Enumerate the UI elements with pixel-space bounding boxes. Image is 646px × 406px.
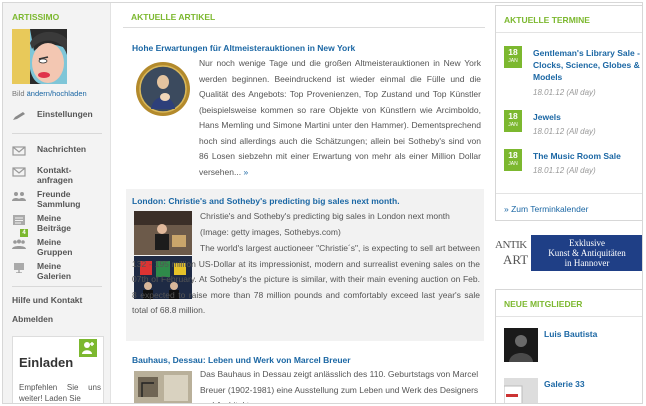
event-item[interactable]: 18 JAN Gentleman's Library Sale - Clocks… xyxy=(504,46,641,97)
sidebar-divider xyxy=(12,286,102,287)
sidebar-item-label: Nachrichten xyxy=(37,144,87,154)
avatar-caption-prefix: Bild xyxy=(12,89,25,98)
member-avatar[interactable] xyxy=(503,378,538,403)
sidebar-item-groups[interactable]: Meine Gruppen xyxy=(12,237,104,257)
calendar-link[interactable]: » Zum Terminkalender xyxy=(504,204,588,214)
envelope-icon xyxy=(12,146,26,156)
event-day: 18 xyxy=(508,111,518,121)
sidebar-item-label: Meine Beiträge xyxy=(37,213,72,233)
invite-box: Einladen Empfehlen Sie uns weiter! Laden… xyxy=(12,336,104,403)
sidebar-item-label: Kontakt- anfragen xyxy=(37,165,73,185)
article-title[interactable]: London: Christie's and Sotheby's predict… xyxy=(132,196,400,206)
ad-line: Exklusive xyxy=(569,238,605,248)
event-date-meta: 18.01.12 (All day) xyxy=(533,88,596,97)
members-box: NEUE MITGLIEDER Luis Bautista Galerie 33 xyxy=(495,289,642,403)
event-date-meta: 18.01.12 (All day) xyxy=(533,127,596,136)
article-title[interactable]: Bauhaus, Dessau: Leben und Werk von Marc… xyxy=(132,355,351,365)
calendar-date-badge: 18 JAN xyxy=(504,46,522,68)
ad-line: Kunst & Antiquitäten xyxy=(548,248,626,258)
right-column: AKTUELLE TERMINE 18 JAN Gentleman's Libr… xyxy=(495,3,642,403)
article-excerpt-text: Nur noch wenige Tage und die großen Altm… xyxy=(199,58,481,177)
event-title[interactable]: Jewels xyxy=(533,111,641,123)
events-title: AKTUELLE TERMINE xyxy=(504,15,590,25)
sidebar-item-label: Freunde Sammlung xyxy=(37,189,81,209)
box-divider xyxy=(496,316,642,317)
logout-link[interactable]: Abmelden xyxy=(12,314,53,324)
article-title[interactable]: Hohe Erwartungen für Altmeisterauktionen… xyxy=(132,43,355,53)
box-divider xyxy=(496,193,642,194)
calendar-date-badge: 18 JAN xyxy=(504,110,522,132)
event-day: 18 xyxy=(508,47,518,57)
sidebar-item-label: Einstellungen xyxy=(37,109,93,119)
groups-icon xyxy=(12,239,26,249)
posts-icon xyxy=(13,215,25,225)
invite-text: Empfehlen Sie uns weiter! Laden Sie xyxy=(19,383,101,403)
sidebar-item-friends[interactable]: Freunde Sammlung xyxy=(12,189,104,209)
article-excerpt: Nur noch wenige Tage und die großen Altm… xyxy=(199,56,481,180)
ad-line: in Hannover xyxy=(564,258,610,268)
box-divider xyxy=(496,32,642,33)
contact-request-icon xyxy=(12,167,26,177)
ad-text-block: Exklusive Kunst & Antiquitäten in Hannov… xyxy=(531,235,642,271)
main-content: AKTUELLE ARTIKEL Hohe Erwartungen für Al… xyxy=(123,3,485,403)
article-excerpt: The world's largest auctioneer "Christie… xyxy=(132,243,480,315)
groups-count-badge: 4 xyxy=(20,229,28,237)
event-item[interactable]: 18 JAN The Music Room Sale 18.01.12 (All… xyxy=(504,149,639,179)
event-date-meta: 18.01.12 (All day) xyxy=(533,166,596,175)
article-thumbnail-bauhaus[interactable] xyxy=(134,371,192,403)
logo-text-bottom: ART xyxy=(503,252,529,267)
event-month: JAN xyxy=(508,58,518,64)
events-box: AKTUELLE TERMINE 18 JAN Gentleman's Libr… xyxy=(495,5,642,221)
read-more-link[interactable]: » xyxy=(243,167,248,177)
avatar-change-link[interactable]: ändern/hochladen xyxy=(27,89,87,98)
logo-text-top: ANTIK xyxy=(495,239,527,251)
sidebar-item-label: Meine Gruppen xyxy=(37,237,73,257)
add-user-icon xyxy=(82,342,94,354)
page-frame: ARTISSIMO Bild ändern/hochladen Einstell… xyxy=(2,2,643,404)
members-title: NEUE MITGLIEDER xyxy=(504,299,583,309)
gallery-icon xyxy=(14,263,24,273)
pencil-icon xyxy=(13,112,25,120)
avatar[interactable] xyxy=(12,29,67,84)
article-image-caption: Christie's and Sotheby's predicting big … xyxy=(200,211,450,237)
sidebar-item-settings[interactable]: Einstellungen xyxy=(12,109,104,121)
event-month: JAN xyxy=(508,122,518,128)
sidebar-item-messages[interactable]: Nachrichten xyxy=(12,144,104,156)
invite-title: Einladen xyxy=(19,355,74,370)
friends-icon xyxy=(12,192,26,201)
sidebar-item-label: Meine Galerien xyxy=(37,261,72,281)
ad-banner[interactable]: ANTIK ART Exklusive Kunst & Antiquitäten… xyxy=(495,235,642,273)
event-day: 18 xyxy=(508,150,518,160)
section-title-articles: AKTUELLE ARTIKEL xyxy=(131,12,216,22)
username-link[interactable]: ARTISSIMO xyxy=(12,12,59,22)
help-contact-link[interactable]: Hilfe und Kontakt xyxy=(12,295,82,305)
event-item[interactable]: 18 JAN Jewels 18.01.12 (All day) xyxy=(504,110,639,140)
left-sidebar: ARTISSIMO Bild ändern/hochladen Einstell… xyxy=(3,3,111,403)
member-name[interactable]: Galerie 33 xyxy=(544,379,585,389)
avatar-caption: Bild ändern/hochladen xyxy=(12,89,87,98)
member-name[interactable]: Luis Bautista xyxy=(544,329,597,339)
add-contact-button[interactable] xyxy=(79,339,97,357)
article-thumbnail-painting[interactable] xyxy=(135,61,191,117)
event-month: JAN xyxy=(508,161,518,167)
event-title[interactable]: Gentleman's Library Sale - Clocks, Scien… xyxy=(533,47,641,83)
article-excerpt: Das Bauhaus in Dessau zeigt anlässlich d… xyxy=(200,369,479,403)
calendar-date-badge: 18 JAN xyxy=(504,149,522,171)
section-divider xyxy=(123,27,485,28)
sidebar-item-galleries[interactable]: Meine Galerien xyxy=(12,261,104,281)
sidebar-divider xyxy=(12,133,102,134)
member-avatar[interactable] xyxy=(504,328,538,362)
sidebar-item-contact-requests[interactable]: Kontakt- anfragen xyxy=(12,165,104,185)
antikart-logo: ANTIK ART xyxy=(495,237,530,269)
event-title[interactable]: The Music Room Sale xyxy=(533,150,641,162)
